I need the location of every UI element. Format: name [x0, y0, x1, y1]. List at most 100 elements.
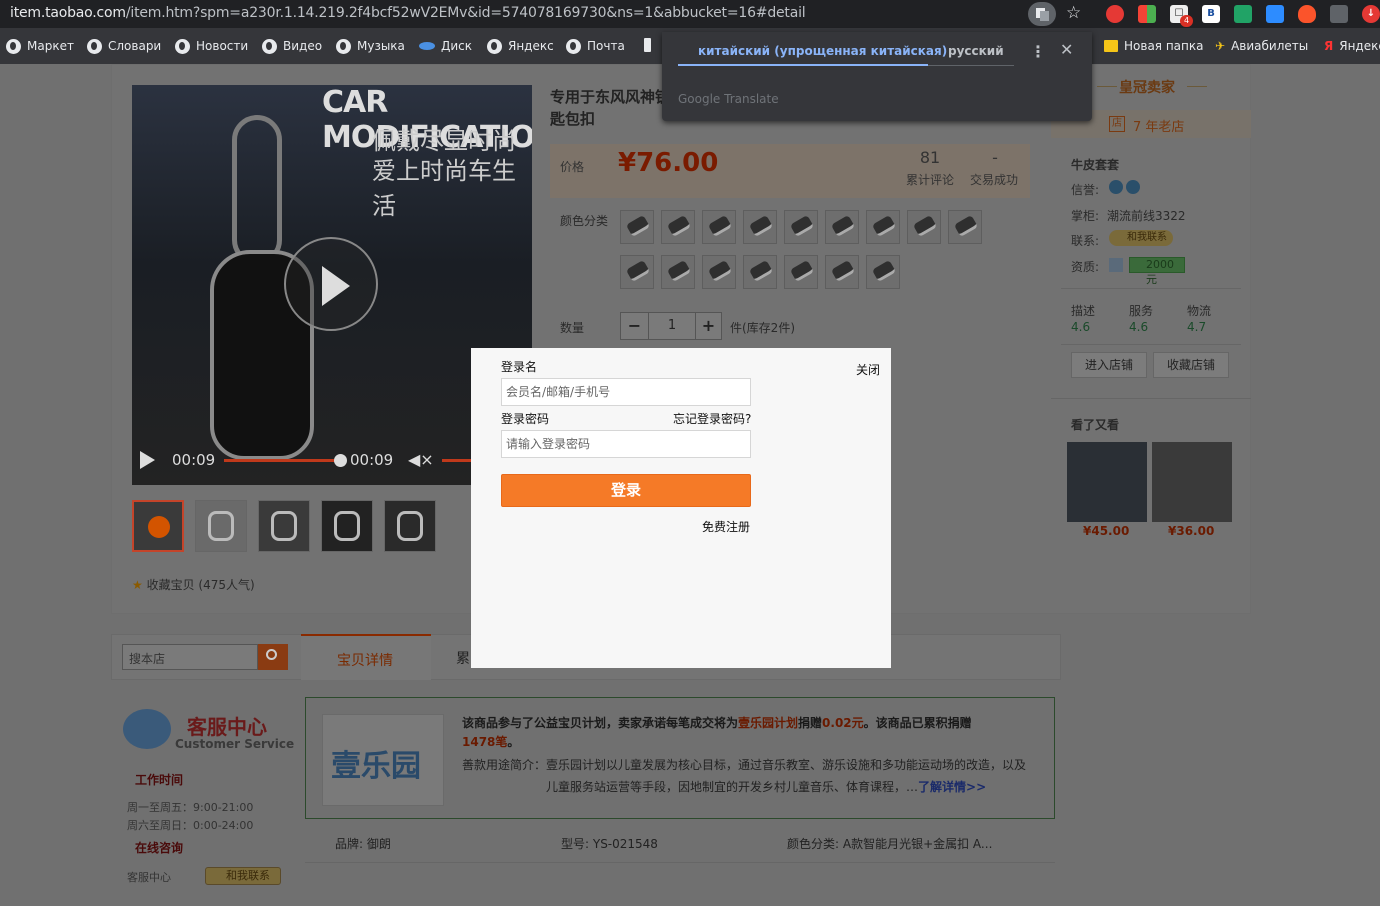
color-swatch[interactable] — [784, 210, 818, 244]
thumbnail[interactable] — [321, 500, 373, 552]
color-swatch[interactable] — [784, 255, 818, 289]
forgot-password-link[interactable]: 忘记登录密码? — [673, 410, 751, 427]
color-swatch[interactable] — [702, 210, 736, 244]
tab-item-reviews[interactable]: 累 — [456, 648, 470, 668]
globe-icon — [175, 38, 190, 54]
total-time: 00:09 — [350, 451, 394, 469]
login-modal: 登录名 关闭 登录密码 忘记登录密码? 登录 免费注册 — [471, 348, 891, 668]
password-input[interactable] — [501, 430, 751, 458]
color-swatch[interactable] — [948, 210, 982, 244]
more-options-icon[interactable]: ⋮ — [1030, 42, 1046, 61]
progress-handle[interactable] — [334, 454, 347, 467]
also-viewed-price[interactable]: ¥36.00 — [1168, 524, 1214, 538]
notification-badge: 4 — [1180, 15, 1193, 27]
price-box: 价格 ¥76.00 81 累计评论 - 交易成功 — [550, 144, 1030, 198]
also-viewed-price[interactable]: ¥45.00 — [1083, 524, 1129, 538]
tab-source-language[interactable]: китайский (упрощенная китайская) — [698, 44, 947, 58]
color-swatch[interactable] — [825, 255, 859, 289]
bookmark-yandex-2[interactable]: ЯЯндекс — [1324, 37, 1380, 55]
register-link[interactable]: 免费注册 — [702, 518, 750, 535]
tab-target-language[interactable]: русский — [948, 44, 1004, 58]
work-hours-title: 工作时间 — [135, 773, 184, 787]
favorite-item[interactable]: ★ 收藏宝贝 (475人气) — [132, 576, 255, 593]
color-swatch[interactable] — [907, 210, 941, 244]
color-swatch[interactable] — [620, 210, 654, 244]
lock-extension-icon[interactable] — [1330, 5, 1348, 23]
username-input[interactable] — [501, 378, 751, 406]
close-icon[interactable]: ✕ — [1060, 40, 1073, 59]
weekday-hours: 周一至周五：9:00-21:00 — [127, 801, 254, 814]
progress-bar[interactable] — [224, 459, 336, 462]
color-swatch[interactable] — [743, 210, 777, 244]
attr-model: 型号: YS-021548 — [561, 837, 658, 851]
brave-icon[interactable] — [1298, 5, 1316, 23]
bookmark-video[interactable]: Видео — [262, 37, 322, 55]
charity-more-link[interactable]: 了解详情>> — [918, 780, 986, 794]
bookmark-market[interactable]: Маркет — [6, 37, 74, 55]
url-text[interactable]: item.taobao.com/item.htm?spm=a230r.1.14.… — [10, 5, 806, 21]
quantity-plus-button[interactable]: + — [695, 313, 721, 339]
cs-center-label: 客服中心 — [127, 871, 171, 884]
charity-link[interactable]: 壹乐园计划 — [738, 716, 798, 730]
contact-seller-button[interactable]: 和我联系 — [205, 867, 281, 885]
extension-icon-1[interactable] — [1106, 5, 1124, 23]
extension-icon-5[interactable] — [1234, 5, 1252, 23]
quantity-input[interactable]: 1 — [649, 313, 695, 339]
close-button[interactable]: 关闭 — [856, 361, 880, 378]
globe-icon — [336, 38, 351, 54]
reviews-count[interactable]: 81 — [905, 148, 955, 167]
charity-box: 壹乐园 该商品参与了公益宝贝计划，卖家承诺每笔成交将为壹乐园计划捐赠0.02元。… — [305, 697, 1055, 819]
enter-store-button[interactable]: 进入店铺 — [1071, 352, 1147, 378]
reviews-label[interactable]: 累计评论 — [905, 171, 955, 188]
bookmark-dictionaries[interactable]: Словари — [87, 37, 161, 55]
bookmark-yandex[interactable]: Яндекс — [487, 37, 554, 55]
shop-name[interactable]: 牛皮套套 — [1071, 156, 1119, 173]
volume-muted-icon[interactable]: ◀× — [408, 450, 434, 469]
color-swatch[interactable] — [661, 210, 695, 244]
quantity-minus-button[interactable]: − — [621, 313, 649, 339]
thumbnail[interactable] — [258, 500, 310, 552]
search-button[interactable] — [258, 644, 288, 670]
thumbnail-video[interactable] — [132, 500, 184, 552]
play-icon[interactable] — [140, 451, 155, 469]
play-button[interactable] — [284, 237, 378, 331]
file-icon[interactable] — [644, 38, 651, 52]
globe-icon — [566, 38, 581, 54]
bookmark-news[interactable]: Новости — [175, 37, 248, 55]
login-button[interactable]: 登录 — [501, 474, 751, 507]
color-swatch[interactable] — [825, 210, 859, 244]
extension-icon-b[interactable]: B — [1202, 5, 1220, 23]
bookmark-disk[interactable]: Диск — [419, 37, 472, 55]
bookmark-mail[interactable]: Почта — [566, 37, 625, 55]
id-card-icon — [1109, 258, 1123, 272]
bookmark-music[interactable]: Музыка — [336, 37, 405, 55]
bookmark-new-folder[interactable]: Новая папка — [1104, 37, 1203, 55]
contact-label: 联系: — [1071, 234, 1100, 248]
also-viewed-item-image[interactable] — [1067, 442, 1147, 522]
star-icon[interactable]: ☆ — [1066, 3, 1081, 23]
color-label: 颜色分类 — [560, 214, 609, 228]
color-swatch[interactable] — [866, 255, 900, 289]
color-swatch[interactable] — [866, 210, 900, 244]
thumbnail[interactable] — [384, 500, 436, 552]
shop-icon: 店 — [1109, 116, 1125, 132]
color-swatch[interactable] — [620, 255, 654, 289]
tab-item-detail[interactable]: 宝贝详情 — [301, 634, 431, 680]
thumbnail[interactable] — [195, 500, 247, 552]
color-swatch[interactable] — [743, 255, 777, 289]
zoom-extension-icon[interactable] — [1266, 5, 1284, 23]
contact-seller-button[interactable]: 和我联系 — [1109, 230, 1173, 246]
bookmark-flights[interactable]: ✈ Авиабилеты — [1215, 37, 1308, 55]
also-viewed-item-image[interactable] — [1152, 442, 1232, 522]
translate-icon[interactable] — [1028, 2, 1056, 26]
download-icon[interactable]: ↓ — [1362, 5, 1380, 23]
keeper-name[interactable]: 潮流前线3322 — [1107, 207, 1186, 224]
color-swatch[interactable] — [661, 255, 695, 289]
extension-icon-2[interactable] — [1138, 5, 1156, 23]
charity-logo[interactable]: 壹乐园 — [322, 714, 444, 806]
color-swatch[interactable] — [702, 255, 736, 289]
favorite-store-button[interactable]: 收藏店铺 — [1153, 352, 1229, 378]
crown-seller-badge: 皇冠卖家 — [1119, 80, 1175, 96]
address-bar[interactable]: item.taobao.com/item.htm?spm=a230r.1.14.… — [0, 0, 1380, 28]
store-search-input[interactable]: 搜本店 — [122, 644, 258, 670]
